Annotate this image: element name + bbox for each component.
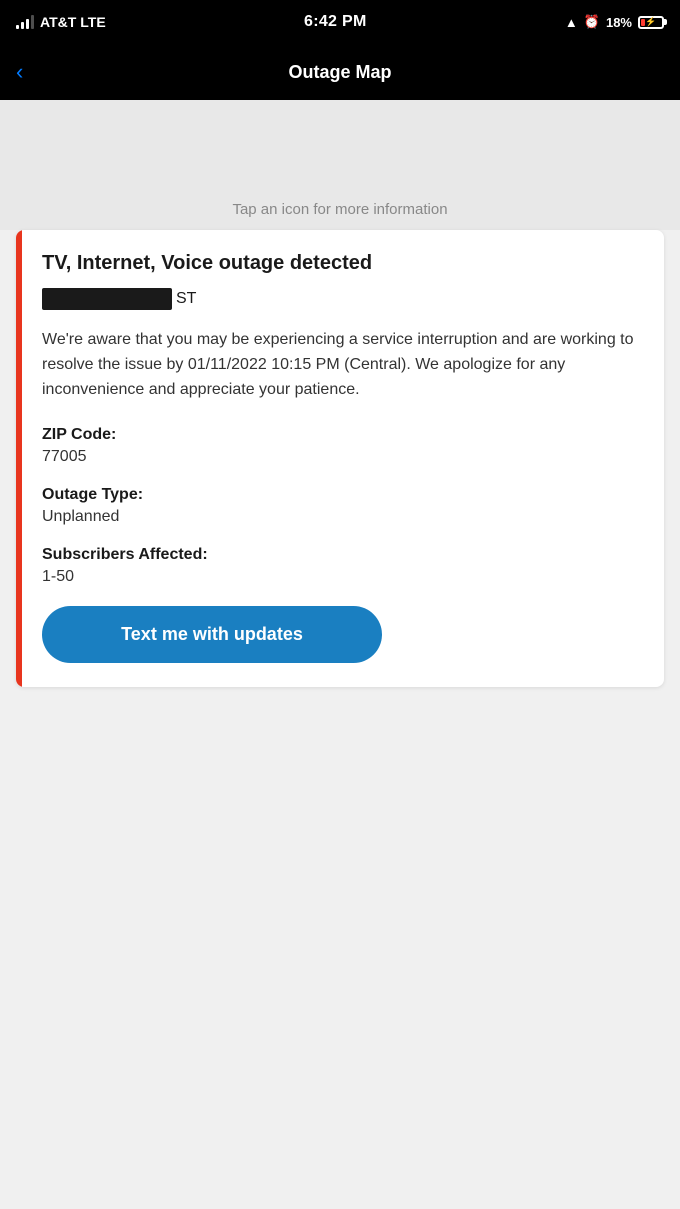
network-type-label: LTE	[80, 14, 105, 30]
zip-code-value: 77005	[42, 448, 644, 466]
battery-bolt-icon: ⚡	[645, 17, 656, 28]
outage-type-label: Outage Type:	[42, 486, 644, 504]
status-bar: AT&T LTE 6:42 PM ▲ ⏰ 18% ⚡	[0, 0, 680, 44]
card-content: TV, Internet, Voice outage detected ST W…	[22, 230, 664, 687]
back-button[interactable]: ‹	[16, 61, 23, 83]
zip-code-section: ZIP Code: 77005	[42, 426, 644, 466]
outage-description: We're aware that you may be experiencing…	[42, 328, 644, 402]
outage-title: TV, Internet, Voice outage detected	[42, 250, 644, 276]
battery-icon: ⚡	[638, 16, 664, 29]
status-right: ▲ ⏰ 18% ⚡	[565, 14, 664, 30]
page-title: Outage Map	[288, 62, 391, 83]
address-row: ST	[42, 288, 644, 310]
subscribers-label: Subscribers Affected:	[42, 546, 644, 564]
address-suffix: ST	[176, 290, 196, 308]
outage-type-section: Outage Type: Unplanned	[42, 486, 644, 526]
map-area: Tap an icon for more information	[0, 100, 680, 230]
tap-hint-label: Tap an icon for more information	[232, 201, 447, 218]
signal-icon	[16, 15, 34, 29]
subscribers-section: Subscribers Affected: 1-50	[42, 546, 644, 586]
outage-card: TV, Internet, Voice outage detected ST W…	[16, 230, 664, 687]
zip-code-label: ZIP Code:	[42, 426, 644, 444]
status-left: AT&T LTE	[16, 14, 106, 30]
subscribers-value: 1-50	[42, 568, 644, 586]
address-redacted	[42, 288, 172, 310]
alarm-icon: ⏰	[584, 14, 600, 30]
time-label: 6:42 PM	[304, 13, 367, 31]
text-updates-button[interactable]: Text me with updates	[42, 606, 382, 663]
outage-type-value: Unplanned	[42, 508, 644, 526]
battery-percent-label: 18%	[606, 15, 632, 30]
card-wrapper: TV, Internet, Voice outage detected ST W…	[0, 230, 680, 711]
carrier-label: AT&T	[40, 14, 76, 30]
location-icon: ▲	[565, 15, 578, 30]
nav-bar: ‹ Outage Map	[0, 44, 680, 100]
